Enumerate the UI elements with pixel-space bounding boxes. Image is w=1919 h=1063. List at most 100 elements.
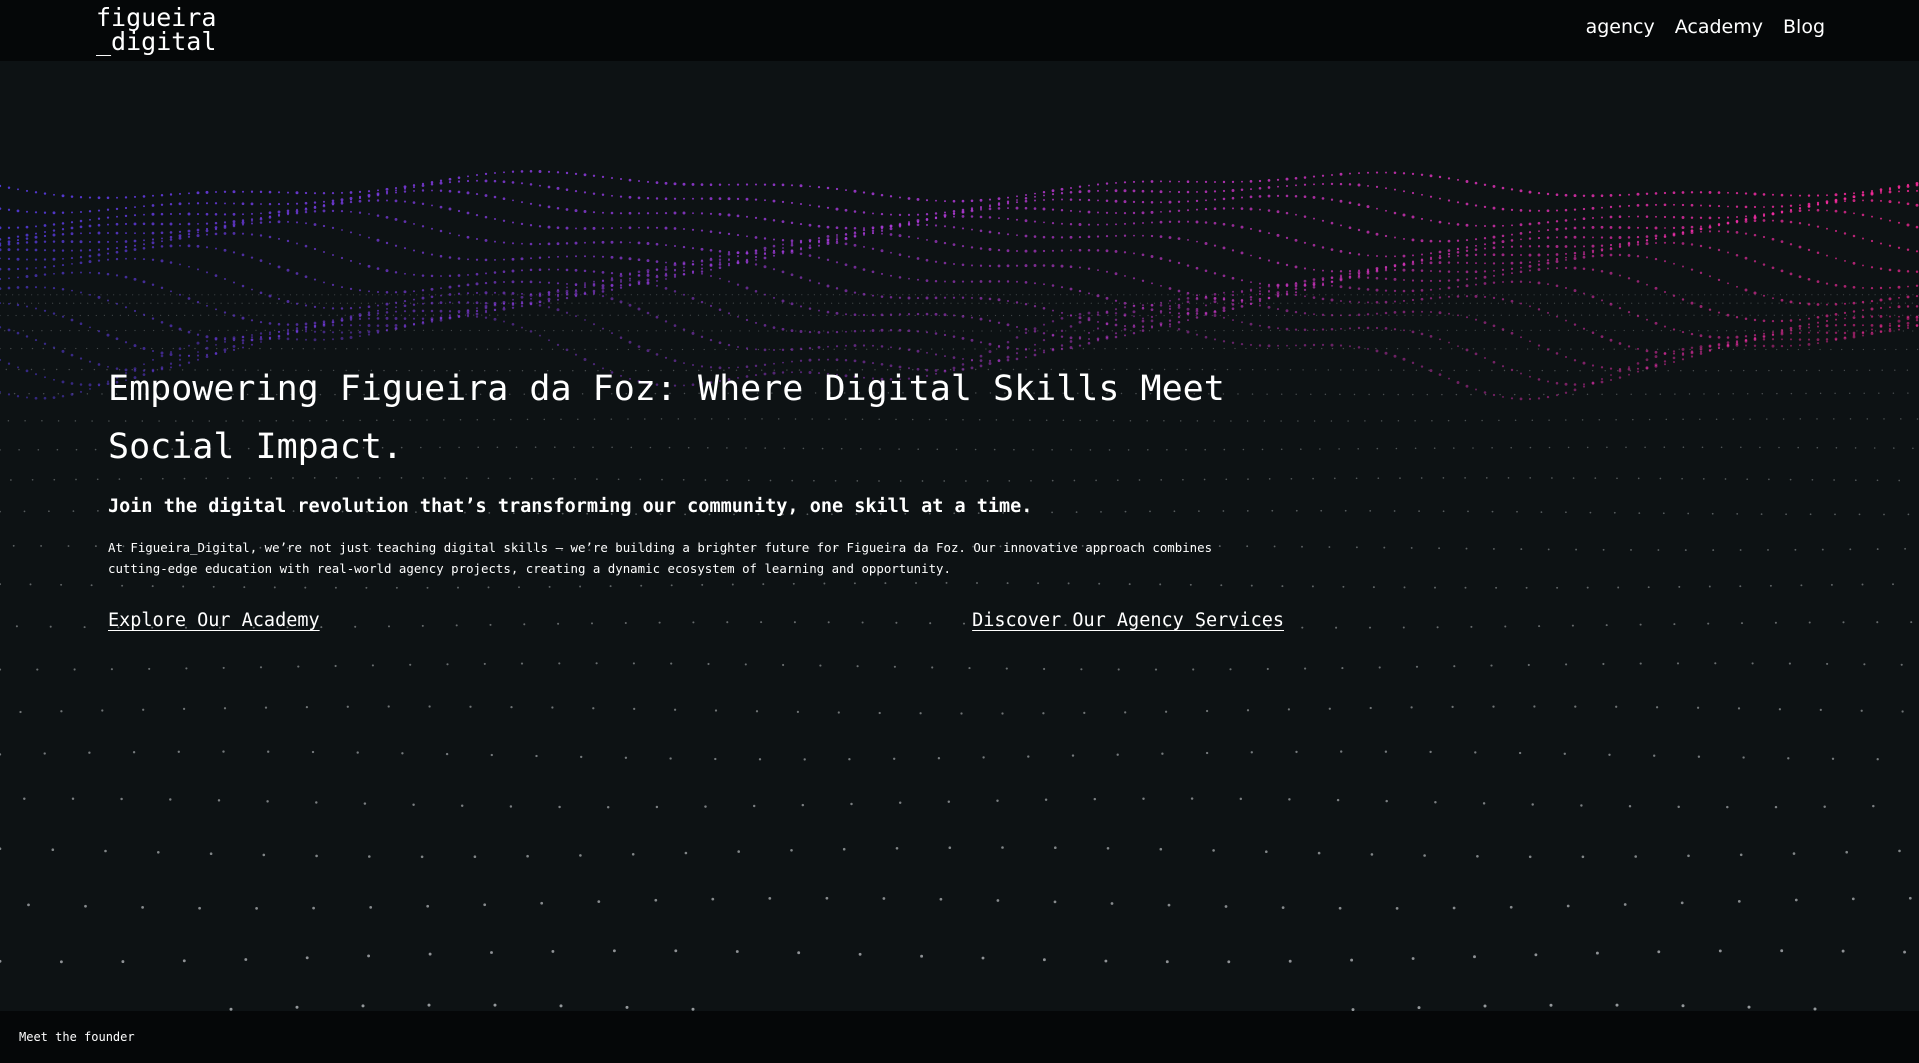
- wave-dot: [1078, 248, 1082, 252]
- floor-dot: [618, 294, 620, 296]
- wave-dot: [1294, 293, 1298, 297]
- floor-dot: [1181, 302, 1184, 304]
- wave-dot: [178, 354, 182, 357]
- floor-dot: [312, 906, 315, 910]
- wave-dot: [169, 212, 173, 216]
- floor-dot: [43, 752, 46, 755]
- wave-dot: [754, 183, 758, 186]
- floor-dot: [426, 586, 429, 589]
- wave-dot: [520, 222, 524, 226]
- floor-dot: [1484, 393, 1487, 396]
- floor-dot: [689, 314, 692, 316]
- wave-dot: [1771, 237, 1775, 241]
- floor-dot: [1549, 1003, 1553, 1007]
- wave-dot: [206, 271, 208, 274]
- floor-dot: [66, 302, 68, 304]
- floor-dot: [483, 662, 486, 665]
- floor-dot: [1624, 302, 1626, 304]
- wave-dot: [169, 324, 173, 328]
- nav-link-blog[interactable]: Blog: [1783, 16, 1825, 38]
- wave-dot: [1519, 223, 1523, 227]
- wave-dot: [1330, 280, 1334, 284]
- nav-link-academy[interactable]: Academy: [1675, 16, 1763, 38]
- floor-dot: [985, 302, 987, 304]
- wave-dot: [1654, 257, 1658, 261]
- wave-dot: [1394, 255, 1396, 258]
- floor-dot: [558, 662, 561, 665]
- wave-dot: [1168, 307, 1172, 311]
- wave-dot: [143, 239, 145, 242]
- floor-dot: [513, 314, 515, 316]
- wave-dot: [763, 246, 767, 250]
- wave-dot: [1906, 270, 1910, 273]
- floor-dot: [1167, 330, 1169, 332]
- wave-dot: [880, 193, 884, 197]
- wave-dot: [503, 171, 505, 174]
- wave-dot: [134, 206, 136, 209]
- wave-dot: [1646, 256, 1648, 259]
- floor-dot: [711, 330, 713, 332]
- wave-dot: [1087, 292, 1091, 295]
- site-logo[interactable]: figueira _digital: [96, 5, 216, 54]
- floor-dot: [1678, 348, 1680, 350]
- wave-dot: [1366, 205, 1370, 209]
- floor-dot: [465, 348, 467, 350]
- floor-dot: [169, 798, 172, 801]
- wave-dot: [439, 254, 443, 258]
- wave-dot: [449, 232, 451, 235]
- wave-dot: [421, 289, 425, 292]
- floor-dot: [1682, 446, 1685, 449]
- wave-dot: [1060, 208, 1064, 212]
- wave-dot: [448, 293, 452, 296]
- floor-dot: [301, 329, 304, 332]
- floor-dot: [697, 314, 700, 316]
- wave-dot: [223, 190, 227, 193]
- wave-dot: [1717, 278, 1721, 282]
- wave-dot: [448, 301, 452, 304]
- wave-dot: [1618, 193, 1622, 197]
- floor-dot: [443, 348, 445, 350]
- floor-dot: [15, 314, 17, 317]
- wave-dot: [412, 309, 416, 313]
- nav-link-agency[interactable]: agency: [1586, 16, 1655, 38]
- wave-dot: [763, 252, 767, 256]
- wave-dot: [1447, 279, 1451, 282]
- floor-dot: [1853, 314, 1856, 316]
- floor-dot: [1516, 369, 1518, 372]
- wave-dot: [845, 330, 847, 333]
- floor-dot: [1834, 392, 1836, 395]
- wave-dot: [1672, 226, 1676, 230]
- floor-dot: [412, 803, 415, 806]
- wave-dot: [1915, 225, 1919, 229]
- floor-dot: [1906, 348, 1908, 351]
- wave-dot: [1628, 244, 1630, 247]
- floor-dot: [794, 314, 796, 317]
- floor-dot: [1717, 393, 1720, 395]
- floor-dot: [658, 621, 661, 624]
- wave-dot: [925, 279, 929, 282]
- wave-dot: [242, 223, 244, 226]
- floor-dot: [1739, 549, 1742, 551]
- floor-dot: [1266, 347, 1269, 350]
- floor-dot: [1659, 302, 1661, 304]
- floor-dot: [1732, 393, 1734, 395]
- wave-dot: [1033, 330, 1037, 333]
- wave-dot: [1501, 273, 1505, 276]
- floor-dot: [1899, 294, 1901, 296]
- wave-dot: [304, 208, 308, 211]
- wave-dot: [1564, 219, 1568, 222]
- wave-dot: [934, 296, 938, 300]
- wave-dot: [1033, 264, 1037, 267]
- wave-dot: [898, 253, 902, 256]
- wave-dot: [1852, 301, 1856, 305]
- wave-dot: [592, 226, 596, 230]
- wave-dot: [1879, 217, 1883, 220]
- wave-dot: [727, 197, 731, 201]
- wave-dot: [880, 249, 884, 253]
- wave-dot: [205, 335, 209, 339]
- floor-dot: [781, 302, 784, 304]
- floor-dot: [1876, 302, 1878, 304]
- wave-dot: [908, 221, 910, 223]
- wave-dot: [385, 216, 389, 219]
- floor-dot: [1288, 959, 1292, 963]
